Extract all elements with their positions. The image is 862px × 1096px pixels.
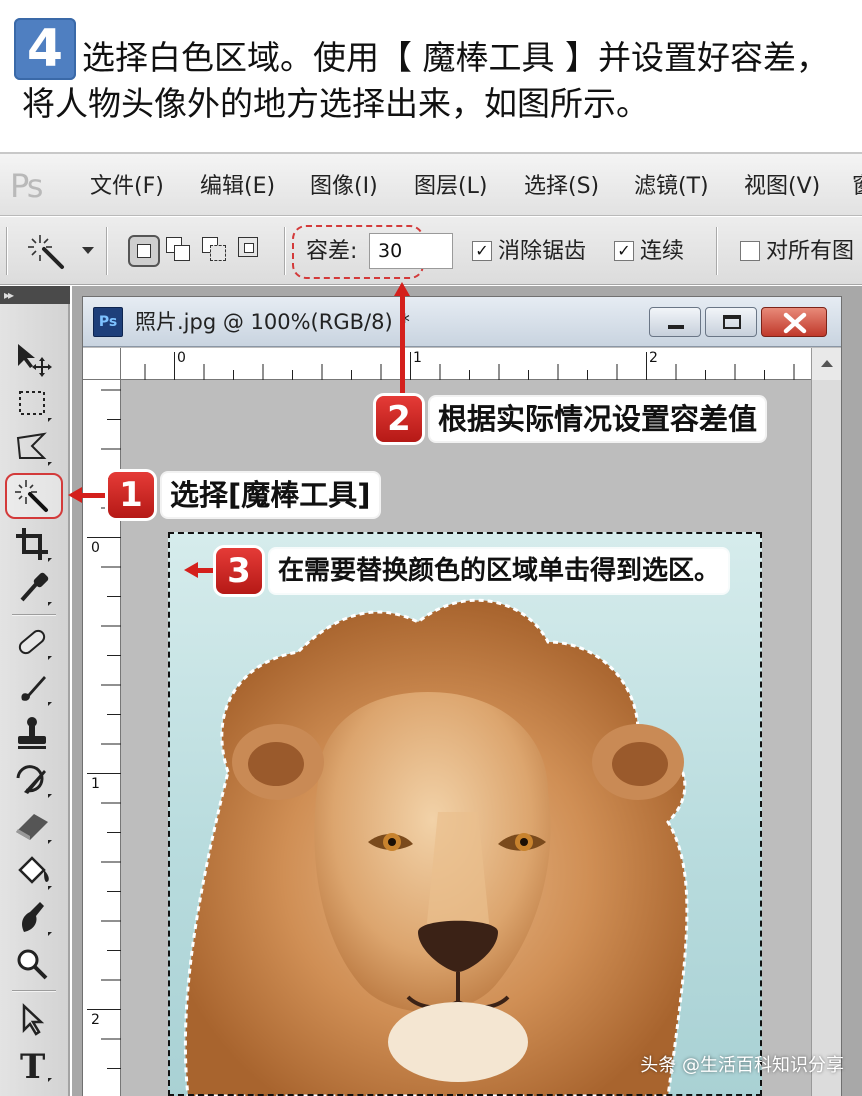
menu-layer[interactable]: 图层(L) <box>414 174 487 200</box>
healing-brush-icon[interactable] <box>10 622 56 662</box>
zoom-tool-icon[interactable] <box>10 944 56 984</box>
svg-text:T: T <box>20 1047 45 1084</box>
anti-alias-checkbox[interactable]: ✓ <box>472 241 492 261</box>
ruler-label: 0 <box>177 350 186 366</box>
lion-photo[interactable] <box>168 532 762 1096</box>
marquee-tool-icon[interactable] <box>10 384 56 424</box>
close-icon <box>783 312 807 334</box>
tools-panel: ▸▸ T <box>0 286 70 1096</box>
tool-separator <box>12 614 56 616</box>
path-selection-icon[interactable] <box>10 1000 56 1040</box>
brush-tool-icon[interactable] <box>10 668 56 708</box>
step-number-badge: 4 <box>14 18 76 80</box>
vertical-scrollbar[interactable] <box>811 380 841 1096</box>
menu-select[interactable]: 选择(S) <box>524 174 599 200</box>
callout-3-arrowhead <box>184 562 198 578</box>
smudge-tool-icon[interactable] <box>10 898 56 938</box>
document-title: 照片.jpg @ 100%(RGB/8) * <box>135 310 410 334</box>
options-grip <box>6 227 8 275</box>
ruler-ticks <box>144 352 824 380</box>
eraser-tool-icon[interactable] <box>10 806 56 846</box>
callout-3: 3 在需要替换颜色的区域单击得到选区。 <box>216 548 729 594</box>
tolerance-input[interactable]: 30 <box>369 233 453 269</box>
subtract-from-selection-icon[interactable] <box>200 235 232 267</box>
double-chevron-icon[interactable]: ▸▸ <box>4 286 14 304</box>
ruler-label: 2 <box>91 1012 100 1028</box>
close-button[interactable] <box>761 307 827 337</box>
menu-image[interactable]: 图像(I) <box>310 174 378 200</box>
ruler-label: 1 <box>91 776 100 792</box>
callout-2-arrow <box>400 292 405 398</box>
lion-illustration <box>183 598 689 1096</box>
horizontal-ruler[interactable]: 0 1 2 <box>121 348 824 380</box>
new-selection-icon[interactable] <box>128 235 160 267</box>
callout-2-number: 2 <box>376 396 422 442</box>
menu-window[interactable]: 窗 <box>852 174 862 200</box>
callout-2: 2 根据实际情况设置容差值 <box>376 396 766 442</box>
menu-view[interactable]: 视图(V) <box>744 174 820 200</box>
menu-edit[interactable]: 编辑(E) <box>200 174 275 200</box>
callout-2-text: 根据实际情况设置容差值 <box>430 397 766 441</box>
callout-2-arrowhead <box>394 282 410 296</box>
menu-filter[interactable]: 滤镜(T) <box>634 174 709 200</box>
move-tool-icon[interactable] <box>10 338 56 378</box>
sample-all-layers-label: 对所有图 <box>766 239 855 264</box>
crop-tool-icon[interactable] <box>10 524 56 564</box>
magic-wand-preset-icon[interactable] <box>24 231 68 271</box>
callout-1-arrow <box>80 493 110 498</box>
menu-file[interactable]: 文件(F) <box>90 174 164 200</box>
lasso-tool-icon[interactable] <box>10 428 56 468</box>
intersect-selection-icon[interactable] <box>236 235 268 267</box>
sample-all-layers-checkbox[interactable] <box>740 241 760 261</box>
ruler-label: 2 <box>649 350 658 366</box>
history-brush-icon[interactable] <box>10 760 56 800</box>
callout-1-text: 选择[魔棒工具] <box>162 473 379 517</box>
add-to-selection-icon[interactable] <box>164 235 196 267</box>
callout-1: 1 选择[魔棒工具] <box>108 472 379 518</box>
panel-collapse-bar[interactable]: ▸▸ <box>0 286 70 304</box>
callout-3-arrow <box>196 568 218 573</box>
ruler-origin[interactable] <box>83 348 121 380</box>
callout-1-number: 1 <box>108 472 154 518</box>
clone-stamp-icon[interactable] <box>10 714 56 754</box>
instruction-line-2: 将人物头像外的地方选择出来，如图所示。 <box>22 84 649 123</box>
photoshop-document-icon: Ps <box>93 307 123 337</box>
eyedropper-tool-icon[interactable] <box>10 568 56 608</box>
menu-bar: Ps 文件(F) 编辑(E) 图像(I) 图层(L) 选择(S) 滤镜(T) 视… <box>0 152 862 216</box>
options-bar: 容差: 30 ✓ 消除锯齿 ✓ 连续 对所有图 <box>0 217 862 285</box>
watermark-text: 头条 @生活百科知识分享 <box>640 1055 844 1076</box>
contiguous-checkbox[interactable]: ✓ <box>614 241 634 261</box>
maximize-button[interactable] <box>705 307 757 337</box>
contiguous-label: 连续 <box>640 239 685 264</box>
type-tool-icon[interactable]: T <box>10 1044 56 1087</box>
callout-3-text: 在需要替换颜色的区域单击得到选区。 <box>270 549 729 593</box>
instruction-header: 4 选择白色区域。使用【 魔棒工具 】并设置好容差， 将人物头像外的地方选择出来… <box>0 0 862 150</box>
options-separator <box>106 227 108 275</box>
scroll-up-button[interactable] <box>811 348 841 380</box>
chevron-down-icon[interactable] <box>82 247 94 254</box>
magic-wand-tool-icon[interactable] <box>10 476 56 516</box>
minimize-button[interactable] <box>649 307 701 337</box>
instruction-line-1: 选择白色区域。使用【 魔棒工具 】并设置好容差， <box>82 38 829 77</box>
tolerance-label: 容差: <box>306 239 358 264</box>
ruler-label: 0 <box>91 540 100 556</box>
paint-bucket-icon[interactable] <box>10 852 56 892</box>
tool-separator <box>12 990 56 992</box>
document-title-bar[interactable]: Ps 照片.jpg @ 100%(RGB/8) * <box>83 297 841 347</box>
callout-3-number: 3 <box>216 548 262 594</box>
screenshot-root: 4 选择白色区域。使用【 魔棒工具 】并设置好容差， 将人物头像外的地方选择出来… <box>0 0 862 1096</box>
callout-1-arrowhead <box>68 487 82 503</box>
options-separator <box>284 227 286 275</box>
anti-alias-label: 消除锯齿 <box>498 239 587 264</box>
photoshop-logo: Ps <box>10 167 43 205</box>
ruler-label: 1 <box>413 350 422 366</box>
options-separator <box>716 227 718 275</box>
